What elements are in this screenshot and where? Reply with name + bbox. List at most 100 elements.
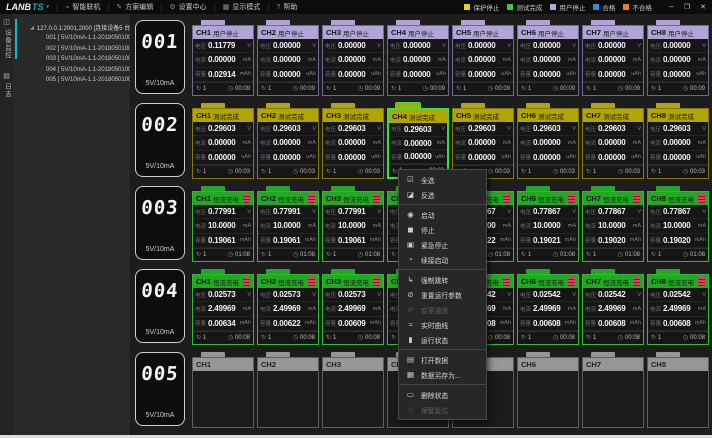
channel-card-005-ch3[interactable]: CH3 [322, 352, 384, 428]
channel-card-004-ch6[interactable]: CH6恒流充电电压0.02542V电流2.49969mA容量0.00608mAh… [517, 269, 579, 345]
channel-card-001-ch5[interactable]: CH5用户停止电压0.00000V电流0.00000mA容量0.00000uAh… [452, 20, 514, 96]
tree-item-device-3[interactable]: 003 [ 5V/10mA-1.1-20180501003 ] [13, 54, 130, 65]
maximize-button[interactable]: ❐ [684, 3, 690, 11]
channel-card-001-ch2[interactable]: CH2用户停止电压0.00000V电流0.00000mA容量0.00000uAh… [257, 20, 319, 96]
tree-item-device-5[interactable]: 005 [ 5V/10mA-1.1-20180501005 ] [13, 75, 130, 86]
channel-card-002-ch4[interactable]: CH4测试完成电压0.29603V电流0.00000mA容量0.00000uAh… [387, 103, 449, 179]
resume-start-icon: ◔ [406, 255, 415, 264]
channel-card-002-ch6[interactable]: CH6测试完成电压0.29603V电流0.00000mA容量0.00000uAh… [517, 103, 579, 179]
channel-card-002-ch3[interactable]: CH3测试完成电压0.29603V电流0.00000mA容量0.00000uAh… [322, 103, 384, 179]
tree-item-device-4[interactable]: 004 [ 5V/10mA-1.1-20180501004 ] [13, 65, 130, 76]
context-menu-item-emergency-stop[interactable]: ▣紧急停止 [399, 237, 486, 252]
close-button[interactable]: ✕ [700, 3, 706, 11]
channel-card-003-ch6[interactable]: CH6恒流充电电压0.77867V电流10.0000mA容量0.19021mAh… [517, 186, 579, 262]
voltage-label: 电压 [391, 125, 402, 133]
channel-card-004-ch1[interactable]: CH1恒流充电电压0.02573V电流2.49969mA容量0.00634mAh… [192, 269, 254, 345]
card-header: CH2用户停止 [258, 26, 318, 39]
capacity-unit: uAh [566, 71, 576, 77]
channel-card-003-ch3[interactable]: CH3恒流充电电压0.77991V电流10.0000mA容量0.19061mAh… [322, 186, 384, 262]
tree-root-label: 127.0.0.1:2001,2000 [连接设备5 台] [37, 23, 130, 32]
context-menu-item-invert-selection[interactable]: ◪反选 [399, 187, 486, 202]
channel-card-005-ch6[interactable]: CH6 [517, 352, 579, 428]
context-menu-item-delete-status[interactable]: ▭删除状态 [399, 387, 486, 402]
channel-card-002-ch1[interactable]: CH1测试完成电压0.29603V电流0.00000mA容量0.00000uAh… [192, 103, 254, 179]
context-menu-item-realtime-curve[interactable]: ≈实时曲线 [399, 317, 486, 332]
device-display-002[interactable]: 0025V/10mA [135, 103, 185, 177]
channel-status: 用户停止 [278, 28, 304, 38]
channel-card-003-ch1[interactable]: CH1恒流充电电压0.77991V电流10.0000mA容量0.19061mAh… [192, 186, 254, 262]
channel-card-002-ch8[interactable]: CH8测试完成电压0.29603V电流0.00000mA容量0.00000uAh… [647, 103, 709, 179]
clock-icon: ◷ [293, 251, 298, 258]
channel-card-003-ch7[interactable]: CH7恒流充电电压0.77867V电流10.0000mA容量0.19020mAh… [582, 186, 644, 262]
channel-label: CH6 [521, 194, 536, 203]
minimize-button[interactable]: ─ [669, 4, 674, 11]
channel-card-003-ch8[interactable]: CH8恒流充电电压0.77867V电流10.0000mA容量0.19020mAh… [647, 186, 709, 262]
context-menu-item-start[interactable]: ◉启动 [399, 207, 486, 222]
channel-card-003-ch2[interactable]: CH2恒流充电电压0.77991V电流10.0000mA容量0.19061mAh… [257, 186, 319, 262]
channel-label: CH3 [326, 28, 341, 37]
current-row: 电流2.49969mA [583, 302, 643, 316]
channel-card-004-ch7[interactable]: CH7恒流充电电压0.02542V电流2.49969mA容量0.00608mAh… [582, 269, 644, 345]
app-logo[interactable]: LANB TS ▾ [6, 2, 49, 12]
capacity-value: 0.00000 [403, 70, 431, 79]
context-menu-item-run-status[interactable]: ▮运行状态 [399, 332, 486, 347]
voltage-value: 0.77867 [663, 207, 691, 216]
menu-plan-editor[interactable]: ✎方案编辑 [116, 2, 153, 12]
channel-card-001-ch4[interactable]: CH4用户停止电压0.00000V电流0.00000mA容量0.00000uAh… [387, 20, 449, 96]
channel-card-005-ch1[interactable]: CH1 [192, 352, 254, 428]
channel-card-002-ch5[interactable]: CH5测试完成电压0.29603V电流0.00000mA容量0.00000uAh… [452, 103, 514, 179]
context-menu-item-open-data[interactable]: ▤打开数据 [399, 352, 486, 367]
channel-card-005-ch7[interactable]: CH7 [582, 352, 644, 428]
device-display-003[interactable]: 0035V/10mA [135, 186, 185, 260]
time-value: 00:09 [625, 86, 640, 92]
channel-card-002-ch7[interactable]: CH7测试完成电压0.29603V电流0.00000mA容量0.00000uAh… [582, 103, 644, 179]
voltage-label: 电压 [650, 208, 661, 216]
channel-card-004-ch8[interactable]: CH8恒流充电电压0.02542V电流2.49969mA容量0.00608mAh… [647, 269, 709, 345]
card-footer: ↻1◷00:03 [258, 165, 318, 178]
capacity-unit: mAh [240, 237, 251, 243]
time-value: 00:03 [365, 169, 380, 175]
current-row: 电流0.00000mA [453, 53, 513, 67]
channel-card-001-ch8[interactable]: CH8用户停止电压0.00000V电流0.00000mA容量0.00000uAh… [647, 20, 709, 96]
context-menu-item-stop[interactable]: ◼停止 [399, 222, 486, 237]
voltage-unit: V [637, 209, 641, 215]
rail-tab-device-monitor[interactable]: ◫设备监控 [2, 19, 12, 59]
channel-card-001-ch6[interactable]: CH6用户停止电压0.00000V电流0.00000mA容量0.00000uAh… [517, 20, 579, 96]
device-display-001[interactable]: 0015V/10mA [135, 20, 185, 94]
tree-item-device-1[interactable]: 001 [ 5V/10mA-1.1-20180501001 ] [13, 33, 130, 44]
channel-card-005-ch2[interactable]: CH2 [257, 352, 319, 428]
device-display-004[interactable]: 0045V/10mA [135, 269, 185, 343]
tree-root-node[interactable]: ◢ 127.0.0.1:2001,2000 [连接设备5 台] [13, 22, 130, 33]
cycle-icon: ↻ [391, 334, 396, 341]
logo-caret-icon: ▾ [47, 4, 50, 10]
tree-item-device-2[interactable]: 002 [ 5V/10mA-1.1-20180501002 ] [13, 44, 130, 55]
channel-card-001-ch1[interactable]: CH1用户停止电压0.11779V电流0.00000mA容量0.02914mAh… [192, 20, 254, 96]
menu-smart-connect[interactable]: ⌁智能联机 [65, 2, 100, 12]
context-menu-item-save-data-as[interactable]: ▦数据另存为... [399, 367, 486, 382]
menu-settings-center[interactable]: ⚙设置中心 [169, 2, 206, 12]
rail-tab-log[interactable]: ▤日志 [2, 73, 12, 98]
voltage-row: 电压0.29603V [389, 123, 447, 137]
card-frame: CH1恒流充电电压0.02573V电流2.49969mA容量0.00634mAh… [192, 274, 254, 345]
channel-card-005-ch8[interactable]: CH8 [647, 352, 709, 428]
voltage-unit: V [572, 292, 576, 298]
context-menu-item-force-jump[interactable]: ↳强制跳转 [399, 272, 486, 287]
tree-expander-icon[interactable]: ◢ [30, 25, 34, 31]
current-row: 电流2.49969mA [193, 302, 253, 316]
current-label: 电流 [325, 56, 336, 64]
time-value: 00:03 [300, 169, 315, 175]
context-menu-item-reset-run-params[interactable]: ⊘重置运行参数 [399, 287, 486, 302]
channel-card-004-ch3[interactable]: CH3恒流充电电压0.02573V电流2.49969mA容量0.00609mAh… [322, 269, 384, 345]
context-menu-item-select-all[interactable]: ☑全选 [399, 172, 486, 187]
channel-card-001-ch7[interactable]: CH7用户停止电压0.00000V电流0.00000mA容量0.00000uAh… [582, 20, 644, 96]
card-footer: ↻1◷00:03 [648, 165, 708, 178]
channel-label: CH2 [261, 194, 276, 203]
channel-card-002-ch2[interactable]: CH2测试完成电压0.29603V电流0.00000mA容量0.00000uAh… [257, 103, 319, 179]
menu-display-mode[interactable]: ▦显示模式 [223, 2, 261, 12]
channel-card-004-ch2[interactable]: CH2恒流充电电压0.02573V电流2.49969mA容量0.00622mAh… [257, 269, 319, 345]
context-menu-item-resume-start[interactable]: ◔续接启动 [399, 252, 486, 267]
channel-card-001-ch3[interactable]: CH3用户停止电压0.00000V电流0.00000mA容量0.00000uAh… [322, 20, 384, 96]
menu-help[interactable]: ?帮助 [276, 2, 297, 12]
capacity-unit: uAh [631, 71, 641, 77]
device-display-005[interactable]: 0055V/10mA [135, 352, 185, 426]
